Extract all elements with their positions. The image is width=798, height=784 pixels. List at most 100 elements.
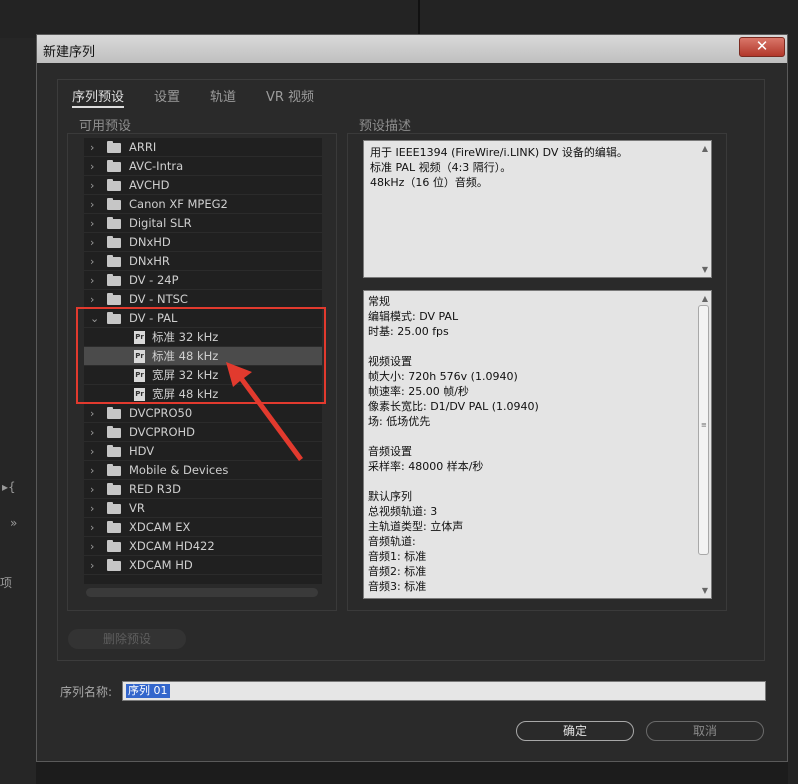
tree-folder-label: DV - 24P (129, 273, 179, 287)
tree-preset-label: 宽屏 48 kHz (152, 387, 219, 401)
tree-preset-row[interactable]: Pr 宽屏 32 kHz (84, 366, 322, 385)
description-line: 48kHz（16 位）音频。 (370, 176, 488, 189)
details-line: 视频设置 (368, 355, 412, 368)
tree-folder-row[interactable]: › DVCPRO50 (84, 404, 322, 423)
tree-folder-row[interactable]: › VR (84, 499, 322, 518)
chevron-right-icon[interactable]: › (90, 233, 94, 252)
scroll-grip-icon[interactable]: ≡ (701, 422, 707, 429)
chevron-right-icon[interactable]: › (90, 271, 94, 290)
chevron-right-icon[interactable]: › (90, 442, 94, 461)
chevron-right-icon[interactable]: › (90, 195, 94, 214)
tree-folder-row[interactable]: › RED R3D (84, 480, 322, 499)
details-vertical-scrollbar[interactable]: ≡ (698, 305, 709, 555)
folder-icon (107, 141, 121, 153)
background-app-panel (0, 0, 798, 38)
chevron-right-icon[interactable]: › (90, 461, 94, 480)
tree-folder-label: XDCAM HD422 (129, 539, 215, 553)
tree-folder-label: DVCPRO50 (129, 406, 193, 420)
tree-folder-label: Canon XF MPEG2 (129, 197, 228, 211)
close-button[interactable]: ✕ (739, 37, 785, 57)
tree-horizontal-scrollbar[interactable] (86, 588, 318, 597)
tree-preset-row[interactable]: Pr 标准 32 kHz (84, 328, 322, 347)
sequence-name-label: 序列名称: (60, 685, 113, 699)
details-line: 默认序列 (368, 490, 412, 503)
tree-folder-label: DV - NTSC (129, 292, 188, 306)
tab-tracks[interactable]: 轨道 (210, 86, 236, 105)
folder-icon (107, 160, 121, 172)
chevron-right-icon[interactable]: › (90, 214, 94, 233)
tree-folder-row[interactable]: › Canon XF MPEG2 (84, 195, 322, 214)
details-line: 音频设置 (368, 445, 412, 458)
chevron-right-icon[interactable]: › (90, 499, 94, 518)
chevron-right-icon[interactable]: › (90, 157, 94, 176)
folder-icon (107, 426, 121, 438)
chevron-right-icon[interactable]: › (90, 404, 94, 423)
tree-folder-row[interactable]: › DNxHR (84, 252, 322, 271)
tree-folder-row[interactable]: › Mobile & Devices (84, 461, 322, 480)
scroll-up-icon[interactable]: ▲ (702, 294, 708, 303)
chevron-right-icon[interactable]: › (90, 556, 94, 575)
tree-preset-label: 标准 48 kHz (152, 349, 219, 363)
cancel-button[interactable]: 取消 (646, 721, 764, 741)
tree-folder-label: DVCPROHD (129, 425, 196, 439)
folder-icon (107, 521, 121, 533)
background-left-panel: ▸{ » 项 (0, 38, 36, 784)
tab-settings[interactable]: 设置 (154, 86, 180, 105)
tree-folder-row[interactable]: › XDCAM HD422 (84, 537, 322, 556)
chevron-right-icon[interactable]: › (90, 537, 94, 556)
background-panel-divider (418, 0, 420, 38)
delete-preset-button[interactable]: 删除预设 (68, 629, 186, 649)
chevron-right-icon[interactable]: › (90, 290, 94, 309)
folder-icon (107, 198, 121, 210)
premiere-preset-icon: Pr (134, 388, 145, 401)
available-presets-label: 可用预设 (79, 119, 132, 134)
chevron-right-icon[interactable]: › (90, 252, 94, 271)
scroll-up-icon[interactable]: ▲ (702, 144, 708, 153)
tree-folder-row[interactable]: › HDV (84, 442, 322, 461)
chevron-right-icon[interactable]: › (90, 518, 94, 537)
sequence-name-input[interactable]: 序列 01 (122, 681, 766, 701)
folder-icon (107, 464, 121, 476)
tree-folder-row[interactable]: › DNxHD (84, 233, 322, 252)
description-line: 用于 IEEE1394 (FireWire/i.LINK) DV 设备的编辑。 (370, 146, 628, 159)
tree-folder-row[interactable]: › DV - 24P (84, 271, 322, 290)
details-line: 像素长宽比: D1/DV PAL (1.0940) (368, 400, 539, 413)
chevron-down-icon[interactable]: ⌄ (90, 309, 99, 328)
background-fragment: » (10, 516, 18, 530)
description-line: 标准 PAL 视频（4:3 隔行）。 (370, 161, 512, 174)
tree-folder-row[interactable]: › ARRI (84, 138, 322, 157)
folder-icon (107, 559, 121, 571)
tree-folder-row[interactable]: › XDCAM HD (84, 556, 322, 575)
folder-icon (107, 179, 121, 191)
tree-folder-row[interactable]: › XDCAM EX (84, 518, 322, 537)
tree-preset-row[interactable]: Pr 宽屏 48 kHz (84, 385, 322, 404)
scroll-down-icon[interactable]: ▼ (702, 265, 708, 274)
tree-folder-row[interactable]: › DV - NTSC (84, 290, 322, 309)
presets-tree[interactable]: › ARRI › AVC-Intra › AVCHD › Canon XF MPEG2 › Dig… (84, 138, 322, 584)
chevron-right-icon[interactable]: › (90, 138, 94, 157)
tab-sequence-presets[interactable]: 序列预设 (72, 86, 125, 108)
folder-icon (107, 312, 121, 324)
ok-button[interactable]: 确定 (516, 721, 634, 741)
tree-folder-label: Mobile & Devices (129, 463, 229, 477)
folder-icon (107, 255, 121, 267)
tab-vr-video[interactable]: VR 视频 (266, 86, 314, 105)
tree-folder-row[interactable]: › AVC-Intra (84, 157, 322, 176)
tree-folder-row[interactable]: › AVCHD (84, 176, 322, 195)
tree-folder-label: ARRI (129, 140, 157, 154)
background-right-panel (788, 38, 798, 784)
tree-folder-row[interactable]: › DVCPROHD (84, 423, 322, 442)
tree-folder-label: Digital SLR (129, 216, 192, 230)
sequence-name-value: 序列 01 (126, 684, 170, 698)
chevron-right-icon[interactable]: › (90, 480, 94, 499)
tree-folder-row[interactable]: ⌄ DV - PAL (84, 309, 322, 328)
details-line: 时基: 25.00 fps (368, 325, 449, 338)
dialog-titlebar[interactable]: 新建序列 ✕ (37, 35, 787, 63)
folder-icon (107, 502, 121, 514)
tree-preset-row[interactable]: Pr 标准 48 kHz (84, 347, 322, 366)
tree-folder-row[interactable]: › Digital SLR (84, 214, 322, 233)
chevron-right-icon[interactable]: › (90, 423, 94, 442)
chevron-right-icon[interactable]: › (90, 176, 94, 195)
scroll-down-icon[interactable]: ▼ (702, 586, 708, 595)
tree-folder-label: RED R3D (129, 482, 181, 496)
